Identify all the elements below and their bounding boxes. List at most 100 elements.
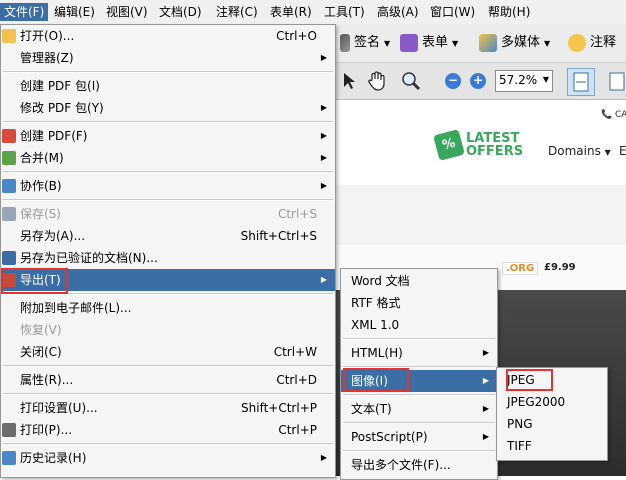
select-arrow-icon[interactable] xyxy=(340,71,358,91)
menu-item-label: HTML(H) xyxy=(351,346,403,360)
menubar-item[interactable]: 文档(D) xyxy=(155,3,206,21)
menu-separator xyxy=(3,71,333,73)
menu-item[interactable]: 修改 PDF 包(Y) ▶ xyxy=(1,97,335,119)
menu-separator xyxy=(3,199,333,201)
submenu-arrow-icon: ▶ xyxy=(482,432,489,441)
submenu-arrow-icon: ▶ xyxy=(320,131,327,140)
logo-text: LATEST OFFERS xyxy=(466,132,523,158)
menubar-item[interactable]: 高级(A) xyxy=(373,3,423,21)
chevron-down-icon: ▼ xyxy=(544,39,551,48)
menu-item[interactable]: 关闭(C) Ctrl+W xyxy=(1,341,335,363)
chevron-down-icon: ▼ xyxy=(384,39,391,48)
menu-separator xyxy=(3,121,333,123)
submenu-arrow-icon: ▶ xyxy=(320,153,327,162)
create-pdf-icon xyxy=(2,129,16,143)
menubar-item[interactable]: 帮助(H) xyxy=(484,3,534,21)
menu-item-shortcut: Ctrl+W xyxy=(273,345,317,359)
menu-item[interactable]: TIFF xyxy=(497,435,607,457)
menu-item[interactable]: JPEG2000 xyxy=(497,391,607,413)
fit-page-icon[interactable] xyxy=(606,70,626,92)
menu-item: 保存(S) Ctrl+S xyxy=(1,203,335,225)
menu-item[interactable]: RTF 格式 xyxy=(341,292,497,314)
open-folder-icon xyxy=(2,29,16,43)
menu-item[interactable]: 另存为已验证的文档(N)... xyxy=(1,247,335,269)
menubar-item[interactable]: 表单(R) xyxy=(266,3,316,21)
menu-item[interactable]: 附加到电子邮件(L)... xyxy=(1,297,335,319)
submenu-arrow-icon: ▶ xyxy=(320,275,327,284)
hand-icon[interactable] xyxy=(366,70,388,92)
form-icon xyxy=(400,33,418,52)
certified-doc-icon xyxy=(2,251,16,265)
menu-item[interactable]: HTML(H) ▶ xyxy=(341,342,497,364)
submenu-arrow-icon: ▶ xyxy=(320,453,327,462)
collaborate-icon xyxy=(2,179,16,193)
menu-item-shortcut: Shift+Ctrl+P xyxy=(241,401,317,415)
menu-item[interactable]: 导出多个文件(F)... xyxy=(341,454,497,476)
zoom-marquee-icon[interactable] xyxy=(400,70,422,92)
annotation-box-image xyxy=(343,368,409,392)
multimedia-button[interactable]: 多媒体 ▼ xyxy=(479,32,550,54)
menu-item[interactable]: 打印(P)... Ctrl+P xyxy=(1,419,335,441)
save-icon xyxy=(2,207,16,221)
tld-badge: .ORG xyxy=(502,262,539,275)
sign-button[interactable]: 签名 ▼ xyxy=(340,32,390,54)
menu-item-label: 创建 PDF(F) xyxy=(20,129,88,143)
menu-separator xyxy=(343,394,495,396)
form-button[interactable]: 表单 ▼ xyxy=(400,32,458,54)
menu-item-label: 属性(R)... xyxy=(20,373,74,387)
menu-item[interactable]: 文本(T) ▶ xyxy=(341,398,497,420)
menubar-item[interactable]: 文件(F) xyxy=(0,3,49,21)
menu-item-label: 管理器(Z) xyxy=(20,51,74,65)
menu-item[interactable]: PostScript(P) ▶ xyxy=(341,426,497,448)
annotation-box-export xyxy=(1,268,68,294)
comment-button[interactable]: 注释 xyxy=(568,32,616,54)
menu-bar: 文件(F) 编辑(E) 视图(V) 文档(D) 注释(C) 表单(R) 工具(T) 高级(A)… xyxy=(0,0,626,25)
zoom-out-icon[interactable]: − xyxy=(445,73,461,89)
phone-icon: 📞 xyxy=(601,110,613,120)
fit-width-button[interactable] xyxy=(567,68,595,96)
menu-item[interactable]: 另存为(A)... Shift+Ctrl+S xyxy=(1,225,335,247)
menu-item[interactable]: Word 文档 xyxy=(341,270,497,292)
menu-item[interactable]: 创建 PDF 包(I) xyxy=(1,75,335,97)
menu-item[interactable]: XML 1.0 xyxy=(341,314,497,336)
comment-label: 注释 xyxy=(590,35,617,50)
nav-domains[interactable]: Domains ▼ xyxy=(548,144,611,158)
menu-separator xyxy=(3,365,333,367)
zoom-in-icon[interactable]: + xyxy=(470,73,486,89)
menu-item-label: 合并(M) xyxy=(20,151,64,165)
print-icon xyxy=(2,423,16,437)
menubar-item[interactable]: 窗口(W) xyxy=(426,3,479,21)
menu-item[interactable]: 历史记录(H) ▶ xyxy=(1,447,335,469)
price-text: £9.99 xyxy=(544,262,576,273)
menu-separator xyxy=(3,393,333,395)
sign-label: 签名 xyxy=(354,35,381,50)
nav-edge[interactable]: E xyxy=(619,144,626,158)
menu-item-label: 打印(P)... xyxy=(20,423,73,437)
submenu-arrow-icon: ▶ xyxy=(320,103,327,112)
menu-item-label: XML 1.0 xyxy=(351,318,400,332)
menubar-item[interactable]: 工具(T) xyxy=(320,3,369,21)
zoom-input[interactable]: 57.2% ▼ xyxy=(495,70,553,92)
menu-item-label: JPEG2000 xyxy=(507,395,566,409)
menu-item[interactable]: 协作(B) ▶ xyxy=(1,175,335,197)
merge-icon xyxy=(2,151,16,165)
menubar-item[interactable]: 注释(C) xyxy=(212,3,262,21)
multimedia-label: 多媒体 xyxy=(501,35,541,50)
menubar-item[interactable]: 编辑(E) xyxy=(50,3,99,21)
menu-item[interactable]: 合并(M) ▶ xyxy=(1,147,335,169)
menu-item[interactable]: 打印设置(U)... Shift+Ctrl+P xyxy=(1,397,335,419)
menu-item-label: 另存为(A)... xyxy=(20,229,86,243)
chevron-down-icon[interactable]: ▼ xyxy=(543,75,549,84)
menu-item[interactable]: 打开(O)... Ctrl+O xyxy=(1,25,335,47)
menu-item[interactable]: 创建 PDF(F) ▶ xyxy=(1,125,335,147)
menu-separator xyxy=(343,422,495,424)
menu-item[interactable]: 管理器(Z) ▶ xyxy=(1,47,335,69)
menu-item-label: 文本(T) xyxy=(351,402,392,416)
nav-domains-label: Domains xyxy=(548,144,601,158)
menubar-item[interactable]: 视图(V) xyxy=(102,3,152,21)
submenu-arrow-icon: ▶ xyxy=(320,181,327,190)
menu-item[interactable]: PNG xyxy=(497,413,607,435)
menu-item[interactable]: 属性(R)... Ctrl+D xyxy=(1,369,335,391)
menu-item-label: 打印设置(U)... xyxy=(20,401,98,415)
comment-icon xyxy=(568,33,586,52)
